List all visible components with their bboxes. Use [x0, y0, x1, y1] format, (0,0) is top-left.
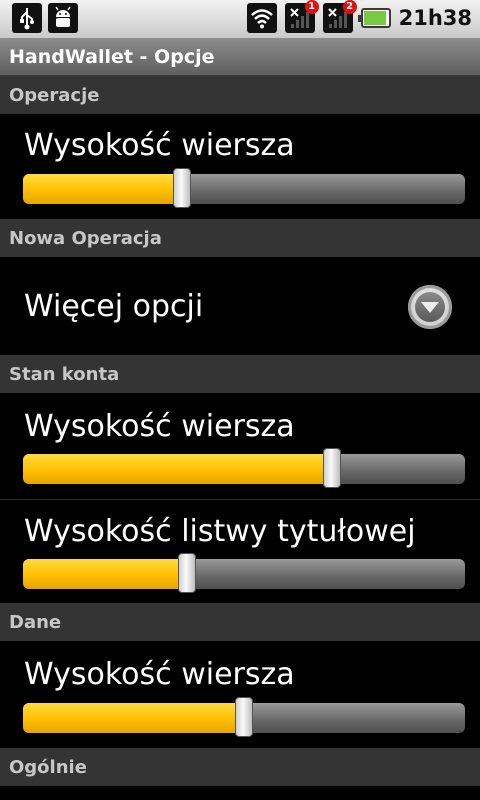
battery-icon [357, 8, 391, 28]
usb-icon [12, 3, 42, 33]
section-header-stan-konta: Stan konta [0, 355, 480, 393]
pref-row-title-bar-height[interactable]: Wysokość listwy tytułowej [0, 500, 480, 603]
section-header-nowa-operacja: Nowa Operacja [0, 219, 480, 257]
section-header-dane: Dane [0, 603, 480, 641]
slider-fill [23, 454, 333, 484]
slider-thumb[interactable] [323, 448, 342, 488]
pref-title: Więcej opcji [24, 289, 204, 324]
slider-thumb[interactable] [173, 168, 192, 208]
signal-icon: 1 [284, 0, 319, 33]
pref-title: Wysokość wiersza [24, 409, 295, 444]
section-header-label: Ogólnie [9, 756, 87, 778]
row-height-slider[interactable] [23, 168, 465, 208]
chevron-down-circle-icon[interactable] [408, 285, 452, 329]
section-header-label: Stan konta [9, 363, 120, 385]
slider-track [23, 174, 465, 204]
title-bar: HandWallet - Opcje [0, 38, 480, 76]
signal-icon: 2 [322, 0, 357, 33]
pref-row-more-options[interactable]: Więcej opcji [0, 257, 480, 355]
row-height-slider[interactable] [23, 697, 465, 737]
slider-fill [23, 703, 244, 733]
slider-fill [23, 174, 183, 204]
title-bar-height-slider[interactable] [23, 553, 465, 593]
section-header-ogolnie: Ogólnie [0, 748, 480, 786]
slider-thumb[interactable] [177, 553, 196, 593]
pref-row-dane-row-height[interactable]: Wysokość wiersza [0, 641, 480, 748]
pref-title: Wysokość listwy tytułowej [24, 514, 416, 549]
slider-track [23, 559, 465, 589]
section-header-label: Nowa Operacja [9, 227, 162, 249]
slider-thumb[interactable] [235, 697, 253, 737]
pref-row-stan-konta-row-height[interactable]: Wysokość wiersza [0, 393, 480, 499]
battery-level [363, 11, 386, 25]
signal-badge: 2 [342, 0, 357, 14]
slider-fill [23, 559, 187, 589]
pref-title: Wysokość wiersza [24, 128, 295, 163]
page-title: HandWallet - Opcje [9, 45, 215, 68]
pref-title: Wysokość wiersza [24, 657, 295, 692]
slider-track [23, 454, 465, 484]
signal-badge: 1 [304, 0, 319, 14]
status-bar: 1 2 21h38 [0, 0, 480, 38]
row-height-slider[interactable] [23, 448, 465, 488]
section-header-label: Operacje [9, 84, 100, 106]
section-header-operacje: Operacje [0, 76, 480, 114]
section-header-label: Dane [9, 611, 62, 633]
pref-row-operacje-row-height[interactable]: Wysokość wiersza [0, 114, 480, 219]
wifi-icon [246, 3, 277, 33]
clock: 21h38 [398, 6, 472, 30]
android-debug-icon [48, 3, 78, 33]
